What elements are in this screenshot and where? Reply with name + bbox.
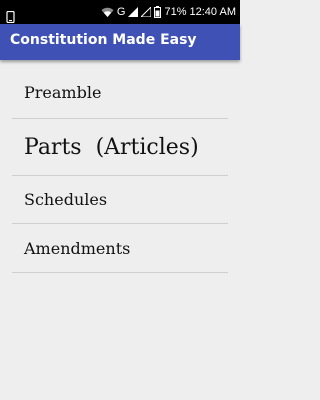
menu-item-label: Preamble [24, 82, 102, 102]
menu-item-amendments[interactable]: Amendments [12, 224, 228, 273]
menu-item-schedules[interactable]: Schedules [12, 176, 228, 224]
app-title: Constitution Made Easy [10, 32, 197, 48]
battery-percent: 71% [164, 6, 187, 18]
menu-list: Preamble Parts (Articles) Schedules Amen… [12, 66, 228, 273]
app-bar: Constitution Made Easy [0, 24, 240, 60]
menu-item-preamble[interactable]: Preamble [12, 66, 228, 119]
signal-icon [128, 0, 139, 24]
network-type-label: G [116, 6, 126, 18]
signal-empty-icon [141, 0, 152, 24]
menu-item-label: Parts (Articles) [24, 134, 199, 160]
clock: 12:40 AM [189, 6, 236, 18]
menu-item-label: Amendments [24, 238, 131, 258]
menu-item-parts-articles[interactable]: Parts (Articles) [12, 119, 228, 176]
battery-icon [154, 0, 162, 24]
wifi-icon [101, 0, 114, 24]
status-bar: G 71% 12:40 AM [0, 0, 240, 24]
menu-item-label: Schedules [24, 190, 108, 209]
